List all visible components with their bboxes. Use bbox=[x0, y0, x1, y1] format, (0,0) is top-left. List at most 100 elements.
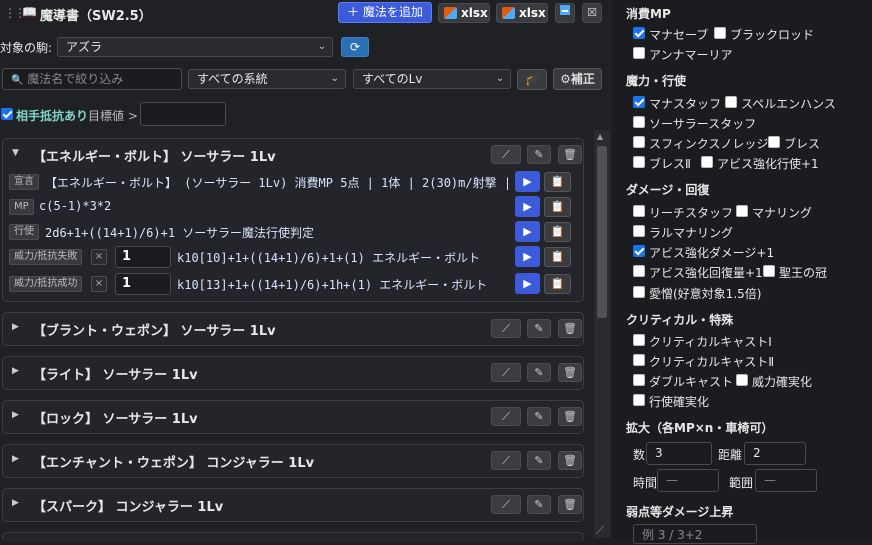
expand-triangle-icon[interactable]: ▶ bbox=[12, 498, 19, 508]
spell-search-input[interactable]: 🔍 魔法名で絞り込み bbox=[2, 68, 182, 90]
clipboard-icon[interactable]: 📋 bbox=[544, 247, 571, 267]
spell-card: ▶ 【エンチャント・ウェポン】 コンジャラー 1Lv ⟋ ✎ 🗑 bbox=[2, 444, 584, 478]
clipboard-icon[interactable]: 📋 bbox=[544, 222, 571, 242]
count-input[interactable]: 3 bbox=[646, 442, 712, 465]
drag-handle-icon[interactable]: ⋮⋮ bbox=[4, 6, 26, 20]
wand-icon[interactable]: ⟋ bbox=[491, 145, 521, 164]
checkbox[interactable] bbox=[633, 96, 645, 108]
clipboard-icon[interactable]: 📋 bbox=[544, 197, 571, 217]
checkbox[interactable] bbox=[725, 96, 737, 108]
edit-icon[interactable]: ✎ bbox=[527, 319, 551, 338]
range-input[interactable]: — bbox=[755, 469, 817, 492]
checkbox[interactable] bbox=[633, 27, 645, 39]
checkbox[interactable] bbox=[633, 334, 645, 346]
checkbox[interactable] bbox=[633, 205, 645, 217]
wand-icon[interactable]: ⟋ bbox=[491, 407, 521, 426]
checkbox[interactable] bbox=[633, 156, 645, 168]
play-icon[interactable]: ▶ bbox=[515, 196, 540, 217]
clipboard-icon[interactable]: 📋 bbox=[544, 274, 571, 294]
edit-icon[interactable]: ✎ bbox=[527, 407, 551, 426]
option-label: 威力確実化 bbox=[752, 375, 813, 389]
minimize-icon[interactable] bbox=[555, 3, 575, 23]
import-xlsx-button[interactable]: xlsx bbox=[496, 3, 548, 23]
checkbox[interactable] bbox=[701, 156, 713, 168]
checkbox[interactable] bbox=[768, 136, 780, 148]
graduation-cap-button[interactable]: 🎓 bbox=[517, 69, 547, 90]
weakness-input[interactable]: 例 3 / 3+2 bbox=[633, 524, 757, 544]
spell-card-header[interactable]: ▼ 【エネルギー・ボルト】 ソーサラー 1Lv ⟋ ✎ 🗑 bbox=[3, 139, 583, 171]
checkbox[interactable] bbox=[633, 265, 645, 277]
edit-icon[interactable]: ✎ bbox=[527, 363, 551, 382]
modifier-panel: 消費MP マナセーブ ブラックロッド アンナマーリア 魔力・行使 マナスタッフ … bbox=[612, 0, 872, 544]
checkbox[interactable] bbox=[633, 286, 645, 298]
expand-triangle-icon[interactable]: ▶ bbox=[12, 454, 19, 464]
trash-icon[interactable]: 🗑 bbox=[558, 451, 582, 470]
export-xlsx-button[interactable]: xlsx bbox=[438, 3, 490, 23]
wand-icon[interactable]: ⟋ bbox=[491, 319, 521, 338]
checkbox[interactable] bbox=[714, 27, 726, 39]
multiplier-input[interactable]: 1 bbox=[115, 273, 171, 295]
trash-icon[interactable]: 🗑 bbox=[558, 495, 582, 514]
trash-icon[interactable]: 🗑 bbox=[558, 319, 582, 338]
resist-checkbox[interactable] bbox=[1, 108, 13, 120]
option-label: マナリング bbox=[752, 206, 813, 220]
trash-icon[interactable]: 🗑 bbox=[558, 145, 582, 164]
spell-card-header[interactable]: ▶ 【ロック】 ソーサラー 1Lv ⟋ ✎ 🗑 bbox=[3, 401, 583, 433]
multiplier-input[interactable]: 1 bbox=[115, 246, 171, 268]
wand-icon[interactable]: ⟋ bbox=[491, 495, 521, 514]
spell-row-cast: 行使 2d6+1+((14+1)/6)+1 ソーサラー魔法行使判定 ▶ 📋 bbox=[9, 221, 577, 243]
row-command: k10[13]+1+((14+1)/6)+1h+(1) エネルギー・ボルト bbox=[177, 278, 488, 292]
play-icon[interactable]: ▶ bbox=[515, 221, 540, 242]
resist-label: 相手抵抗あり bbox=[16, 109, 89, 123]
system-filter-select[interactable]: すべての系統 ⌄ bbox=[188, 69, 346, 89]
option-label: 聖王の冠 bbox=[779, 266, 828, 280]
spell-title: 【ブラント・ウェポン】 ソーサラー 1Lv bbox=[33, 324, 276, 339]
edit-icon[interactable]: ✎ bbox=[527, 495, 551, 514]
time-value: — bbox=[666, 473, 678, 487]
wand-icon[interactable]: ⟋ bbox=[491, 451, 521, 470]
option-label: スペルエンハンス bbox=[741, 97, 836, 111]
close-icon[interactable]: ☒ bbox=[582, 3, 602, 23]
target-piece-select[interactable]: アズラ ⌄ bbox=[57, 37, 333, 57]
checkbox[interactable] bbox=[736, 205, 748, 217]
checkbox[interactable] bbox=[633, 245, 645, 257]
play-icon[interactable]: ▶ bbox=[515, 273, 540, 294]
trash-icon[interactable]: 🗑 bbox=[558, 407, 582, 426]
edit-icon[interactable]: ✎ bbox=[527, 451, 551, 470]
modifier-button[interactable]: ⚙補正 bbox=[553, 68, 602, 90]
edit-icon[interactable]: ✎ bbox=[527, 145, 551, 164]
distance-input[interactable]: 2 bbox=[744, 442, 806, 465]
spell-card-header[interactable]: ▶ 【スパーク】 コンジャラー 1Lv ⟋ ✎ 🗑 bbox=[3, 489, 583, 521]
clipboard-icon[interactable]: 📋 bbox=[544, 172, 571, 192]
checkbox[interactable] bbox=[633, 116, 645, 128]
wand-icon[interactable]: ⟋ bbox=[491, 363, 521, 382]
checkbox[interactable] bbox=[633, 47, 645, 59]
spell-card-header[interactable]: ▶ 【ブラント・ウェポン】 ソーサラー 1Lv ⟋ ✎ 🗑 bbox=[3, 313, 583, 345]
scrollbar-thumb[interactable] bbox=[597, 146, 607, 318]
expand-triangle-icon[interactable]: ▶ bbox=[12, 322, 19, 332]
collapse-triangle-icon[interactable]: ▼ bbox=[12, 148, 19, 158]
play-icon[interactable]: ▶ bbox=[515, 246, 540, 267]
checkbox[interactable] bbox=[633, 136, 645, 148]
chevron-down-icon: ⌄ bbox=[317, 41, 326, 52]
checkbox[interactable] bbox=[736, 374, 748, 386]
target-value-input[interactable] bbox=[140, 102, 226, 126]
checkbox[interactable] bbox=[633, 225, 645, 237]
checkbox[interactable] bbox=[633, 354, 645, 366]
expand-triangle-icon[interactable]: ▶ bbox=[12, 410, 19, 420]
expand-triangle-icon[interactable]: ▶ bbox=[12, 366, 19, 376]
refresh-button[interactable]: ⟳ bbox=[341, 37, 369, 57]
trash-icon[interactable]: 🗑 bbox=[558, 363, 582, 382]
checkbox[interactable] bbox=[633, 374, 645, 386]
option-label: マナセーブ bbox=[649, 28, 709, 42]
checkbox[interactable] bbox=[633, 394, 645, 406]
spell-card-header[interactable]: ▶ 【エンチャント・ウェポン】 コンジャラー 1Lv ⟋ ✎ 🗑 bbox=[3, 445, 583, 477]
add-spell-button[interactable]: ＋ 魔法を追加 bbox=[338, 2, 432, 23]
spell-card-header[interactable]: ▶ 【ライト】 ソーサラー 1Lv ⟋ ✎ 🗑 bbox=[3, 357, 583, 389]
resize-grip-icon[interactable]: ⟋ bbox=[596, 524, 604, 538]
play-icon[interactable]: ▶ bbox=[515, 171, 540, 192]
time-input[interactable]: — bbox=[657, 469, 719, 492]
checkbox[interactable] bbox=[763, 265, 775, 277]
level-filter-select[interactable]: すべてのLv ⌄ bbox=[353, 69, 511, 89]
scroll-up-icon[interactable]: ▲ bbox=[597, 132, 603, 141]
